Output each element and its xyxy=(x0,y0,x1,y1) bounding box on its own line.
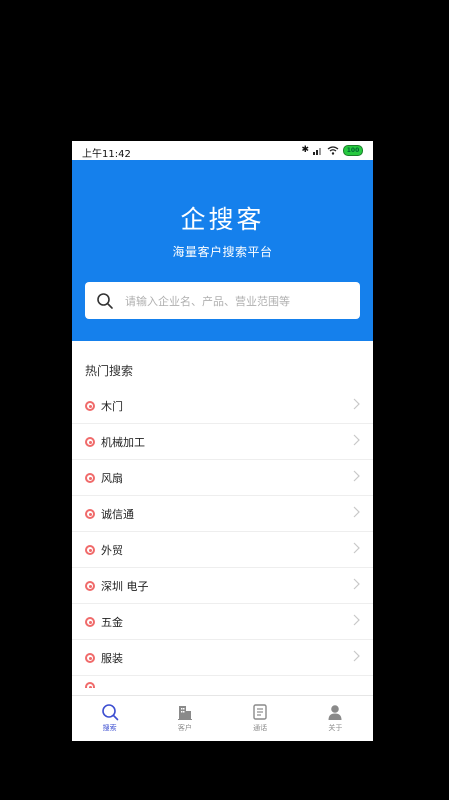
list-item-partial[interactable] xyxy=(72,676,373,688)
tab-label: 通话 xyxy=(253,724,268,732)
tab-calls[interactable]: 通话 xyxy=(223,696,298,741)
list-item[interactable]: 外贸 xyxy=(72,532,373,568)
bluetooth-icon: ✱ xyxy=(301,145,309,155)
list-item-label: 诚信通 xyxy=(101,507,134,521)
signal-icon xyxy=(313,147,321,155)
list-item-label: 外贸 xyxy=(101,543,123,557)
app-title: 企搜客 xyxy=(180,205,265,234)
search-icon xyxy=(101,704,118,721)
list-item[interactable]: 机械加工 xyxy=(72,424,373,460)
list-item[interactable]: 深圳 电子 xyxy=(72,568,373,604)
tab-about[interactable]: 关于 xyxy=(298,696,373,741)
list-item[interactable]: 木门 xyxy=(72,388,373,424)
chevron-right-icon xyxy=(353,506,360,518)
tab-label: 关于 xyxy=(328,724,343,732)
wifi-icon xyxy=(327,145,339,155)
list-item[interactable]: 五金 xyxy=(72,604,373,640)
list-item-label: 服装 xyxy=(101,651,123,665)
app-subtitle: 海量客户搜索平台 xyxy=(172,245,273,259)
chevron-right-icon xyxy=(353,398,360,410)
building-icon xyxy=(177,706,192,720)
search-icon xyxy=(97,292,113,309)
call-log-icon xyxy=(253,704,267,720)
bullet-icon xyxy=(85,617,95,627)
search-input[interactable]: 请输入企业名、产品、营业范围等 xyxy=(85,282,360,319)
bullet-icon xyxy=(85,437,95,447)
list-item[interactable]: 风扇 xyxy=(72,460,373,496)
tab-customers[interactable]: 客户 xyxy=(147,696,222,741)
battery-icon: 100 xyxy=(343,144,363,156)
tab-label: 客户 xyxy=(177,724,192,732)
chevron-right-icon xyxy=(353,614,360,626)
hero-banner: 企搜客 海量客户搜索平台 请输入企业名、产品、营业范围等 xyxy=(72,160,373,341)
phone-screen: 上午11:42 ✱ 100 企搜客 海量客户搜索平台 请输入企业名、产品、营业范… xyxy=(72,141,373,741)
list-item-label: 机械加工 xyxy=(101,435,145,449)
hot-search-title: 热门搜索 xyxy=(85,364,134,378)
bullet-icon xyxy=(85,509,95,519)
person-icon xyxy=(328,705,342,720)
status-time: 上午11:42 xyxy=(82,149,131,160)
search-placeholder: 请输入企业名、产品、营业范围等 xyxy=(125,294,290,308)
list-item[interactable]: 诚信通 xyxy=(72,496,373,532)
list-item-label: 深圳 电子 xyxy=(101,579,149,593)
tab-label: 搜索 xyxy=(102,724,117,732)
bullet-icon xyxy=(85,653,95,663)
bullet-icon xyxy=(85,473,95,483)
chevron-right-icon xyxy=(353,650,360,662)
list-item[interactable]: 服装 xyxy=(72,640,373,676)
status-icons: ✱ 100 xyxy=(301,144,363,156)
chevron-right-icon xyxy=(353,434,360,446)
chevron-right-icon xyxy=(353,578,360,590)
hot-search-list: 木门 机械加工 风扇 诚信通 外贸 深圳 电子 五金 服装 xyxy=(72,388,373,688)
list-item-label: 木门 xyxy=(101,399,123,413)
bottom-tab-bar: 搜索 客户 通话 关于 xyxy=(72,695,373,741)
chevron-right-icon xyxy=(353,470,360,482)
list-item-label: 五金 xyxy=(101,615,123,629)
bullet-icon xyxy=(85,682,95,688)
bullet-icon xyxy=(85,545,95,555)
tab-search[interactable]: 搜索 xyxy=(72,696,147,741)
list-item-label: 风扇 xyxy=(101,471,123,485)
status-bar: 上午11:42 ✱ 100 xyxy=(72,141,373,160)
chevron-right-icon xyxy=(353,542,360,554)
bullet-icon xyxy=(85,581,95,591)
bullet-icon xyxy=(85,401,95,411)
